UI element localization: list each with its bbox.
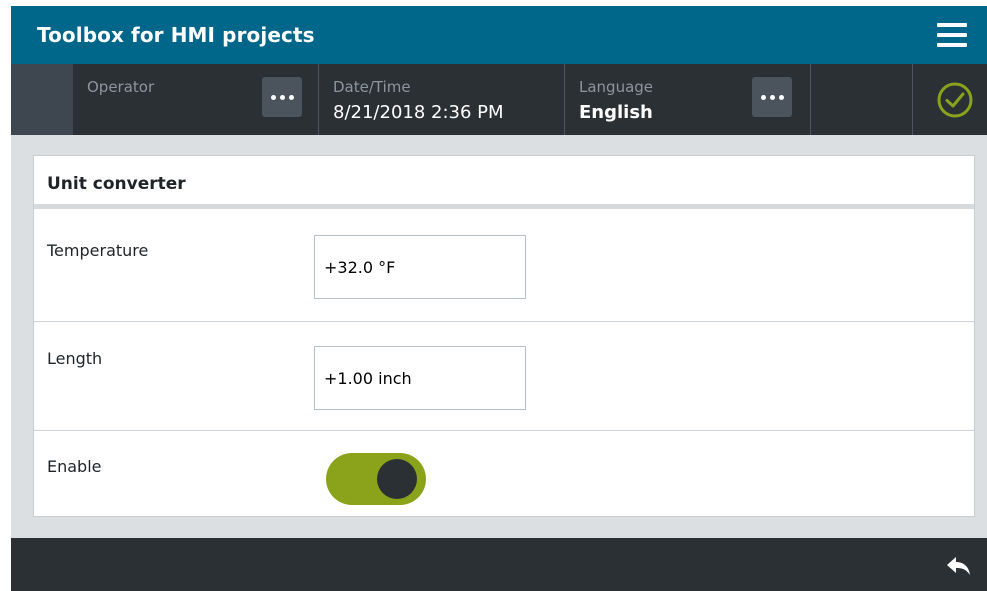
length-field[interactable]: +1.00 inch xyxy=(314,346,526,410)
operator-label: Operator xyxy=(87,78,155,96)
enable-row: Enable xyxy=(34,431,974,516)
temperature-row: Temperature +32.0 °F xyxy=(34,214,974,322)
hmi-screen: Toolbox for HMI projects Operator Date/T… xyxy=(11,6,987,591)
language-label: Language xyxy=(579,78,654,96)
operator-more-button[interactable] xyxy=(262,77,302,117)
divider xyxy=(810,64,811,135)
unit-converter-panel: Unit converter Temperature +32.0 °F Leng… xyxy=(33,155,975,517)
language-more-button[interactable] xyxy=(752,77,792,117)
footer-bar xyxy=(11,538,987,591)
temperature-label: Temperature xyxy=(47,241,149,260)
language-value: English xyxy=(579,102,653,123)
enable-label: Enable xyxy=(47,457,102,476)
enable-toggle[interactable] xyxy=(326,453,426,505)
panel-header: Unit converter xyxy=(34,156,974,209)
length-label: Length xyxy=(47,349,103,368)
length-value: +1.00 inch xyxy=(324,369,412,388)
status-bar-lead xyxy=(11,64,73,135)
temperature-value: +32.0 °F xyxy=(324,258,396,277)
divider xyxy=(912,64,913,135)
app-title: Toolbox for HMI projects xyxy=(37,23,315,47)
check-circle-icon xyxy=(937,82,973,118)
back-arrow-icon[interactable] xyxy=(945,554,973,578)
datetime-value: 8/21/2018 2:36 PM xyxy=(333,102,504,123)
datetime-label: Date/Time xyxy=(333,78,411,96)
divider xyxy=(564,64,565,135)
hamburger-menu-icon[interactable] xyxy=(931,19,971,51)
title-bar: Toolbox for HMI projects xyxy=(11,6,987,64)
temperature-field[interactable]: +32.0 °F xyxy=(314,235,526,299)
status-bar: Operator Date/Time 8/21/2018 2:36 PM Lan… xyxy=(11,64,987,135)
length-row: Length +1.00 inch xyxy=(34,322,974,431)
panel-title: Unit converter xyxy=(47,174,186,194)
divider xyxy=(318,64,319,135)
toggle-knob xyxy=(377,459,417,499)
